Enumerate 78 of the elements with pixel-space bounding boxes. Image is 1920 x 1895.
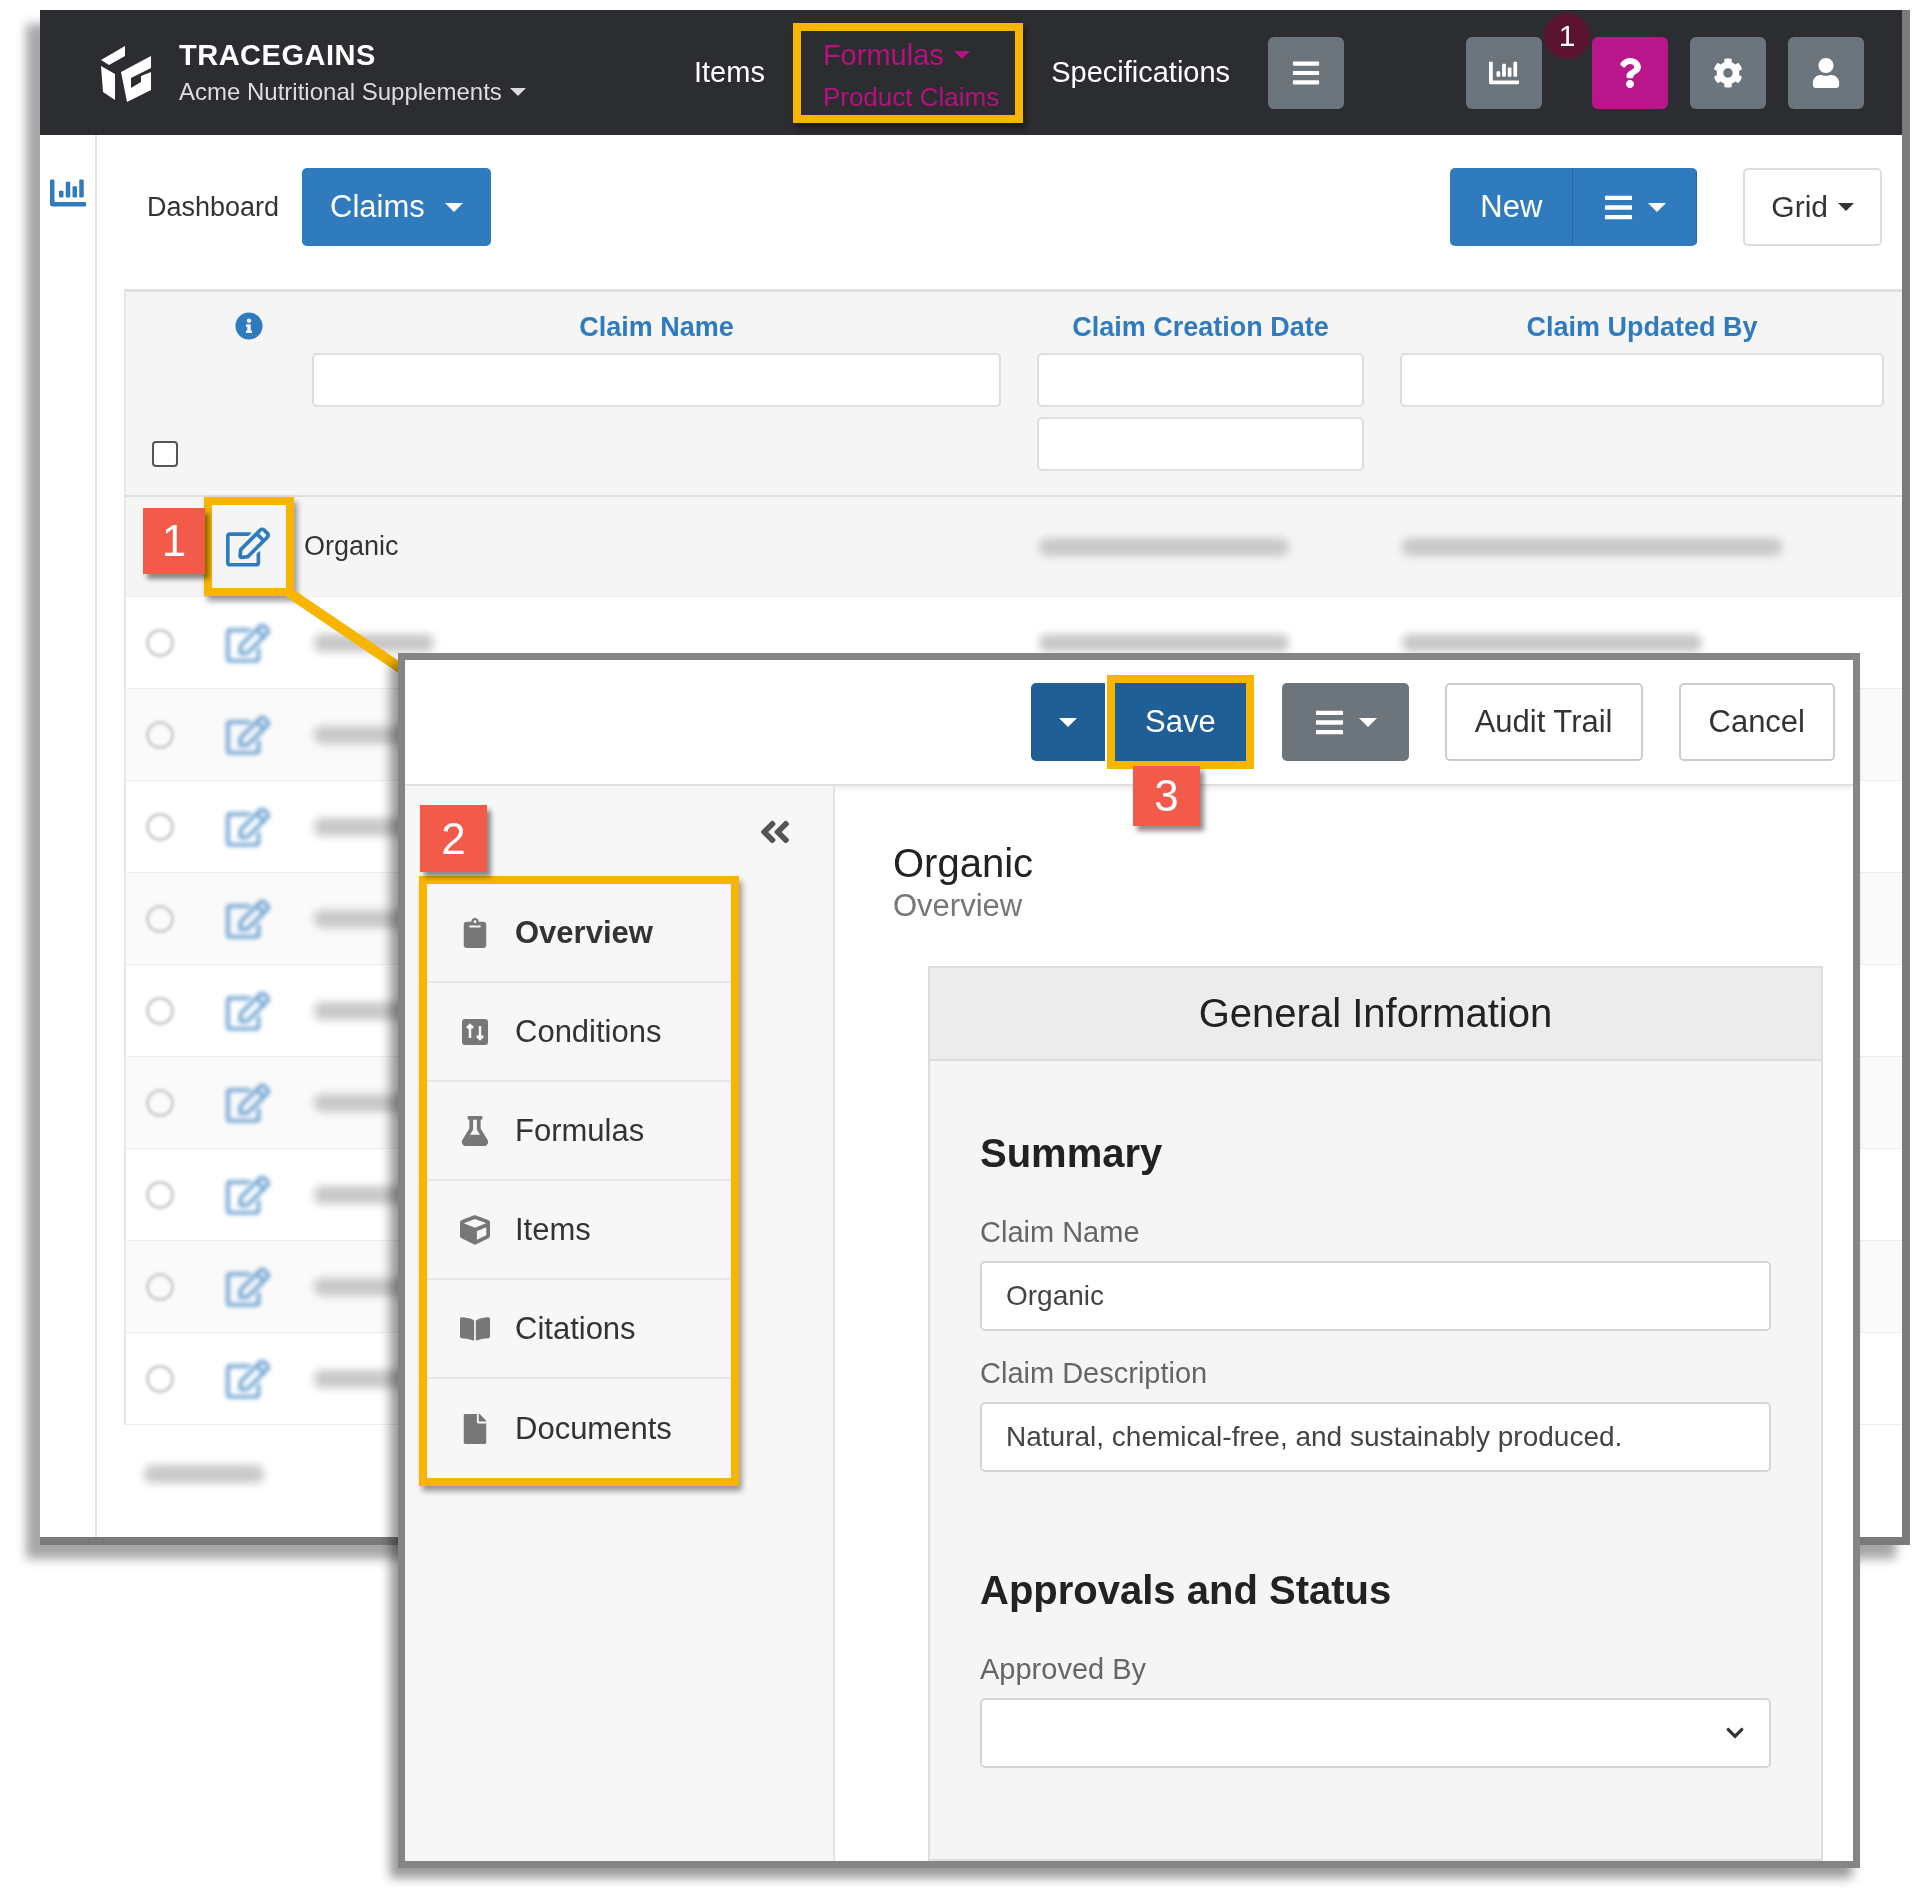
edit-icon[interactable] (226, 620, 270, 665)
edit-icon[interactable] (226, 712, 270, 757)
breadcrumb-link[interactable]: Dashboard (147, 191, 280, 223)
settings-icon (1713, 57, 1743, 88)
menu-button[interactable] (1268, 36, 1345, 109)
view-dropdown[interactable]: Claims (302, 168, 491, 246)
column-header[interactable]: Claim Creation Date (1072, 312, 1329, 343)
edit-icon[interactable] (226, 1356, 270, 1401)
cancel-button[interactable]: Cancel (1678, 683, 1835, 761)
user-icon (1811, 57, 1841, 88)
side-nav-item[interactable]: Items (427, 1181, 731, 1280)
save-options-button[interactable] (1031, 683, 1105, 761)
edit-icon[interactable] (226, 524, 270, 569)
edit-icon[interactable] (226, 804, 270, 849)
caret-icon (1648, 202, 1667, 212)
help-button[interactable] (1592, 36, 1668, 109)
caret-icon (1358, 717, 1377, 727)
filter-field[interactable] (1037, 353, 1364, 407)
row-checkbox[interactable] (146, 1180, 174, 1209)
caret-icon (1838, 203, 1854, 211)
step-callout: 1 (143, 508, 205, 574)
caret-icon (1059, 717, 1077, 727)
layout-dropdown[interactable]: Grid (1743, 168, 1882, 246)
notification-badge: 1 (1544, 12, 1590, 59)
info-icon[interactable] (235, 312, 263, 340)
row-checkbox[interactable] (146, 812, 174, 841)
brand-name: TRACEGAINS (179, 39, 377, 72)
filter-field[interactable] (1037, 417, 1364, 471)
edit-icon[interactable] (226, 988, 270, 1033)
select-field[interactable] (980, 1698, 1771, 1768)
input-field[interactable]: Natural, chemical-free, and sustainably produced. (980, 1402, 1771, 1472)
user-button[interactable] (1788, 36, 1864, 109)
side-nav-item[interactable]: Citations (427, 1280, 731, 1379)
select-all-checkbox[interactable] (152, 441, 178, 467)
audit-trail-button[interactable]: Audit Trail (1444, 683, 1643, 761)
edit-icon[interactable] (226, 1172, 270, 1217)
row-checkbox[interactable] (146, 720, 174, 749)
edit-icon[interactable] (226, 1264, 270, 1309)
side-nav-item[interactable]: Conditions (427, 983, 731, 1082)
edit-icon[interactable] (226, 896, 270, 941)
row-checkbox[interactable] (146, 1088, 174, 1117)
field-label: Approved By (980, 1653, 1148, 1686)
caret-icon (509, 88, 526, 96)
settings-button[interactable] (1690, 36, 1766, 109)
field-label: Claim Name (980, 1216, 1141, 1249)
step-callout: 2 (420, 805, 487, 872)
row-checkbox[interactable] (146, 1364, 174, 1393)
cube-icon (457, 1214, 493, 1245)
new-button[interactable]: New (1450, 168, 1574, 246)
menu-dropdown[interactable] (1281, 683, 1409, 761)
panel-title: General Information (930, 968, 1821, 1061)
column-header[interactable]: Claim Updated By (1526, 312, 1758, 343)
input-field[interactable]: Organic (980, 1261, 1771, 1331)
section-heading: Approvals and Status (980, 1568, 1393, 1613)
row-checkbox[interactable] (146, 904, 174, 933)
row-checkbox[interactable] (146, 996, 174, 1025)
record-title: Organic (893, 841, 1035, 886)
caret-icon (444, 202, 463, 212)
step-callout: 3 (1133, 766, 1200, 826)
edit-icon[interactable] (226, 1080, 270, 1125)
section-subtitle: Overview (893, 888, 1024, 924)
menu-dropdown[interactable] (1573, 168, 1698, 246)
side-nav-item[interactable]: Formulas (427, 1082, 731, 1181)
table-cell-text: Organic (303, 531, 400, 562)
filter-field[interactable] (1400, 353, 1884, 407)
side-nav-item[interactable]: Documents (427, 1379, 731, 1478)
chart-button[interactable] (1466, 36, 1542, 109)
side-nav-item[interactable]: Overview (427, 884, 731, 983)
company-selector[interactable]: Acme Nutritional Supplements (179, 78, 599, 106)
row-checkbox[interactable] (146, 628, 174, 657)
row-checkbox[interactable] (146, 1272, 174, 1301)
filter-field[interactable] (312, 353, 1001, 407)
field-label: Claim Description (980, 1357, 1209, 1390)
caret-icon (953, 51, 970, 59)
nav-tab[interactable]: Items (694, 56, 765, 89)
column-header[interactable]: Claim Name (579, 312, 734, 343)
section-heading: Summary (980, 1131, 1164, 1176)
nav-tab[interactable]: Specifications (1051, 56, 1231, 89)
